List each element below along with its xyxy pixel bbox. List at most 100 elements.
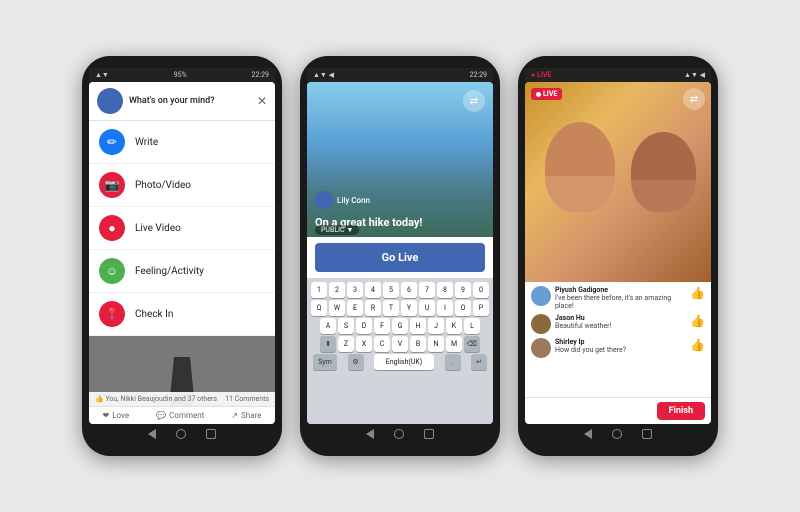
comment-1-like[interactable]: 👍 bbox=[690, 286, 705, 300]
recents-button[interactable] bbox=[424, 429, 434, 439]
love-button[interactable]: ❤ Love bbox=[103, 411, 130, 420]
key-i[interactable]: I bbox=[437, 300, 453, 316]
key-o[interactable]: O bbox=[455, 300, 471, 316]
phone1-topbar: ▲▼ 95% 22:29 bbox=[89, 68, 275, 82]
key-d[interactable]: D bbox=[356, 318, 372, 334]
comment-button[interactable]: 💬 Comment bbox=[156, 411, 204, 420]
key-7[interactable]: 7 bbox=[419, 282, 435, 298]
key-q[interactable]: Q bbox=[311, 300, 327, 316]
photo-video-label: Photo/Video bbox=[135, 180, 191, 191]
recents-button[interactable] bbox=[642, 429, 652, 439]
back-button[interactable] bbox=[148, 429, 156, 439]
key-3[interactable]: 3 bbox=[347, 282, 363, 298]
home-button[interactable] bbox=[394, 429, 404, 439]
camera-switch-icon[interactable]: ⇄ bbox=[463, 90, 485, 112]
key-a[interactable]: A bbox=[320, 318, 336, 334]
user-info: Lily Conn bbox=[315, 191, 370, 209]
key-sym[interactable]: Sym bbox=[313, 354, 337, 370]
key-0[interactable]: 0 bbox=[473, 282, 489, 298]
key-w[interactable]: W bbox=[329, 300, 345, 316]
comment-1-body: Piyush Gadigone I've been there before, … bbox=[555, 286, 686, 310]
close-button[interactable]: ✕ bbox=[257, 94, 267, 108]
commenter-1-name: Piyush Gadigone bbox=[555, 286, 686, 294]
commenter-3-name: Shirley Ip bbox=[555, 338, 686, 346]
key-period[interactable]: . bbox=[445, 354, 461, 370]
whats-on-mind-text[interactable]: What's on your mind? bbox=[129, 96, 251, 106]
share-icon: ↗ bbox=[231, 411, 238, 420]
back-button[interactable] bbox=[366, 429, 374, 439]
menu-item-write[interactable]: ✏ Write bbox=[89, 121, 275, 164]
feed-image: 👍 You, Nikki Beaujoudin and 37 others 11… bbox=[89, 336, 275, 406]
key-9[interactable]: 9 bbox=[455, 282, 471, 298]
key-g[interactable]: G bbox=[392, 318, 408, 334]
back-button[interactable] bbox=[584, 429, 592, 439]
key-y[interactable]: Y bbox=[401, 300, 417, 316]
share-button[interactable]: ↗ Share bbox=[231, 411, 261, 420]
feeling-activity-icon: ☺ bbox=[99, 258, 125, 284]
dropdown-icon: ▼ bbox=[347, 226, 354, 234]
comment-icon: 💬 bbox=[156, 411, 166, 420]
comment-1: Piyush Gadigone I've been there before, … bbox=[531, 286, 705, 310]
key-b[interactable]: B bbox=[410, 336, 426, 352]
key-f[interactable]: F bbox=[374, 318, 390, 334]
key-space[interactable]: English(UK) bbox=[374, 354, 434, 370]
share-label: Share bbox=[241, 411, 261, 420]
key-u[interactable]: U bbox=[419, 300, 435, 316]
key-h[interactable]: H bbox=[410, 318, 426, 334]
key-j[interactable]: J bbox=[428, 318, 444, 334]
key-5[interactable]: 5 bbox=[383, 282, 399, 298]
key-e[interactable]: E bbox=[347, 300, 363, 316]
selfie-visual bbox=[525, 82, 711, 282]
commenter-2-text: Beautiful weather! bbox=[555, 322, 686, 330]
face-left bbox=[545, 122, 615, 212]
phone3-nav bbox=[525, 424, 711, 444]
key-4[interactable]: 4 bbox=[365, 282, 381, 298]
menu-item-check-in[interactable]: 📍 Check In bbox=[89, 293, 275, 336]
key-p[interactable]: P bbox=[473, 300, 489, 316]
comment-2-like[interactable]: 👍 bbox=[690, 314, 705, 328]
key-1[interactable]: 1 bbox=[311, 282, 327, 298]
phone1-time: 22:29 bbox=[252, 71, 269, 79]
recents-button[interactable] bbox=[206, 429, 216, 439]
key-x[interactable]: X bbox=[356, 336, 372, 352]
phone2-topbar: ▲▼ ◀ 22:29 bbox=[307, 68, 493, 82]
key-t[interactable]: T bbox=[383, 300, 399, 316]
key-backspace[interactable]: ⌫ bbox=[464, 336, 480, 352]
comment-3-like[interactable]: 👍 bbox=[690, 338, 705, 352]
phone2-time: 22:29 bbox=[470, 71, 487, 79]
menu-item-feeling-activity[interactable]: ☺ Feeling/Activity bbox=[89, 250, 275, 293]
key-c[interactable]: C bbox=[374, 336, 390, 352]
selfie-faces bbox=[525, 82, 711, 282]
key-m[interactable]: M bbox=[446, 336, 462, 352]
key-z[interactable]: Z bbox=[338, 336, 354, 352]
finish-button[interactable]: Finish bbox=[657, 402, 705, 420]
check-in-icon: 📍 bbox=[99, 301, 125, 327]
keyboard-row-numbers: 1 2 3 4 5 6 7 8 9 0 bbox=[309, 282, 491, 298]
phone-3: ● LIVE ▲▼ ◀ LIVE ⇄ bbox=[518, 56, 718, 456]
photo-video-icon: 📷 bbox=[99, 172, 125, 198]
comment-2: Jason Hu Beautiful weather! 👍 bbox=[531, 314, 705, 334]
key-k[interactable]: K bbox=[446, 318, 462, 334]
phone-2: ▲▼ ◀ 22:29 ⇄ Lily Conn On a great hike t… bbox=[300, 56, 500, 456]
key-8[interactable]: 8 bbox=[437, 282, 453, 298]
key-enter[interactable]: ↵ bbox=[471, 354, 487, 370]
home-button[interactable] bbox=[176, 429, 186, 439]
love-icon: ❤ bbox=[103, 411, 110, 420]
key-settings[interactable]: ⚙ bbox=[348, 354, 364, 370]
finish-bar: Finish bbox=[525, 397, 711, 424]
key-shift[interactable]: ⬆ bbox=[320, 336, 336, 352]
home-button[interactable] bbox=[612, 429, 622, 439]
public-badge[interactable]: PUBLIC ▼ bbox=[315, 225, 359, 235]
commenter-1-avatar bbox=[531, 286, 551, 306]
key-n[interactable]: N bbox=[428, 336, 444, 352]
key-l[interactable]: L bbox=[464, 318, 480, 334]
key-2[interactable]: 2 bbox=[329, 282, 345, 298]
write-label: Write bbox=[135, 137, 158, 148]
key-v[interactable]: V bbox=[392, 336, 408, 352]
menu-item-photo-video[interactable]: 📷 Photo/Video bbox=[89, 164, 275, 207]
menu-item-live-video[interactable]: ● Live Video bbox=[89, 207, 275, 250]
go-live-button[interactable]: Go Live bbox=[315, 243, 485, 272]
key-s[interactable]: S bbox=[338, 318, 354, 334]
key-6[interactable]: 6 bbox=[401, 282, 417, 298]
key-r[interactable]: R bbox=[365, 300, 381, 316]
